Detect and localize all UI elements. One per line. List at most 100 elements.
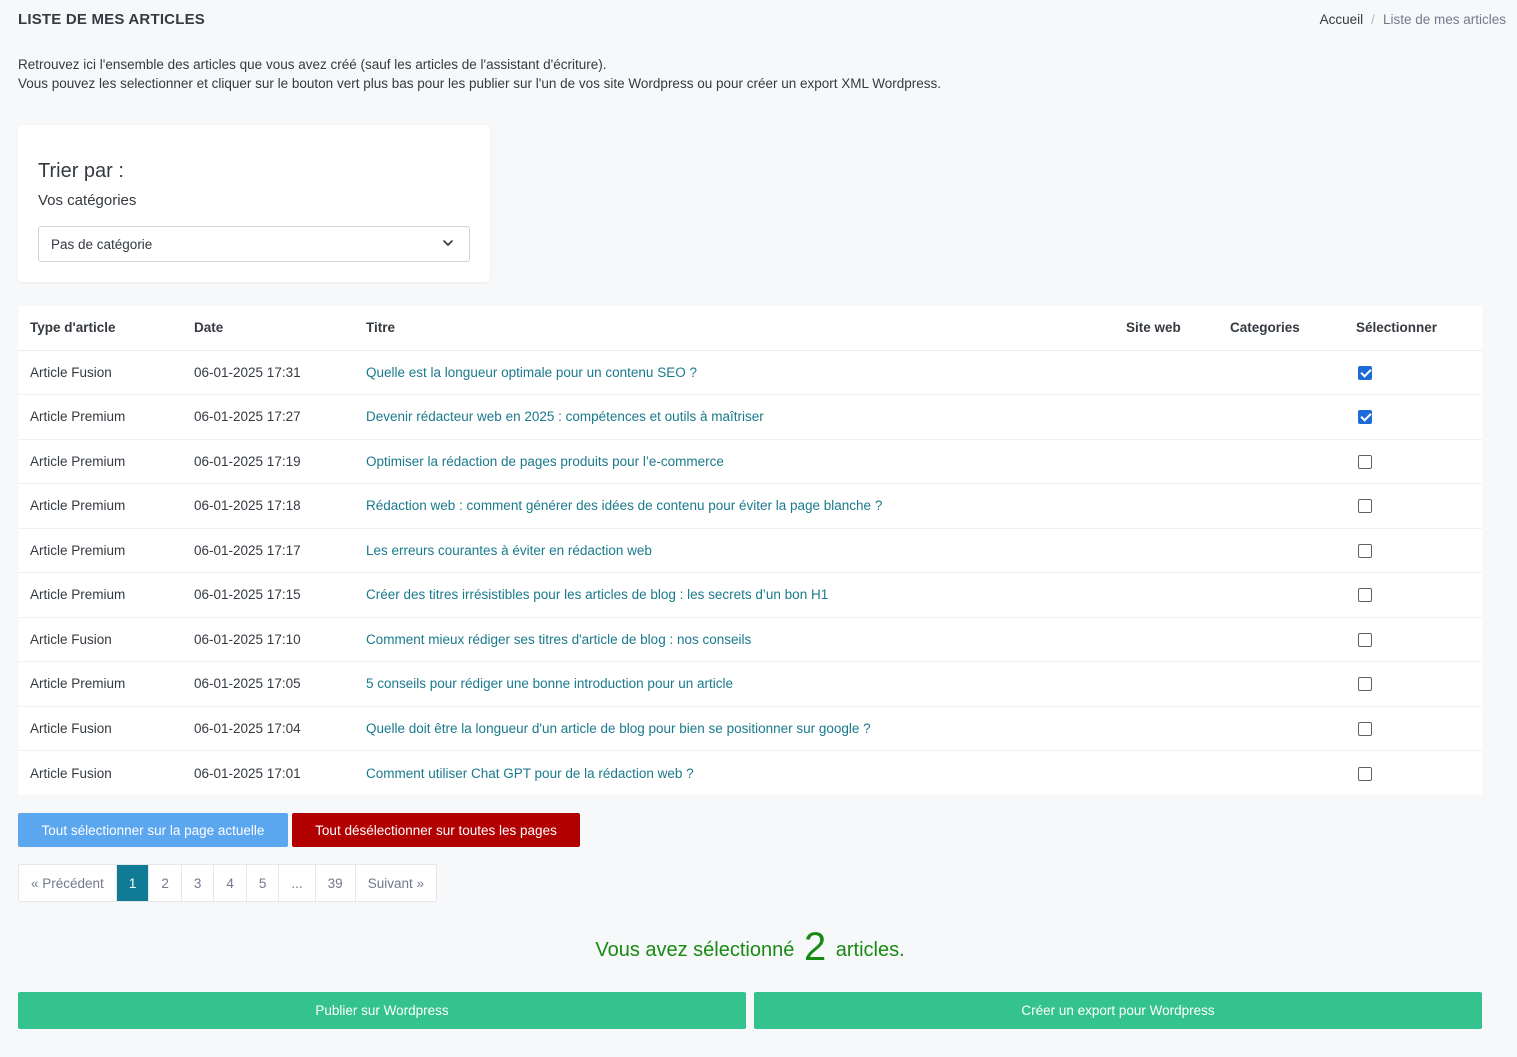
cell-select — [1344, 751, 1482, 796]
cell-date-text: 06-01-2025 17:05 — [194, 676, 301, 692]
cell-date-text: 06-01-2025 17:04 — [194, 720, 301, 736]
cell-type: Article Fusion — [18, 751, 182, 796]
cell-date-text: 06-01-2025 17:19 — [194, 453, 301, 469]
cell-categories — [1218, 572, 1344, 618]
row-select-checkbox[interactable] — [1358, 632, 1372, 647]
table-row: Article Premium 06-01-2025 17:05 5 conseil… — [18, 661, 1482, 707]
table-row: Article Fusion 06-01-2025 17:01 Comment ut… — [18, 751, 1482, 796]
cell-title-text[interactable]: Comment utiliser Chat GPT pour de la réd… — [366, 766, 694, 781]
cell-type: Article Fusion — [18, 706, 182, 751]
cell-title: Devenir rédacteur web en 2025 : compéten… — [354, 394, 1114, 440]
row-select-checkbox[interactable] — [1358, 499, 1372, 514]
cell-date: 06-01-2025 17:10 — [182, 617, 354, 662]
pagination-page-ellipsis[interactable]: ... — [279, 865, 316, 901]
table-row: Article Premium 06-01-2025 17:18 Rédaction… — [18, 483, 1482, 529]
cell-site — [1114, 572, 1218, 618]
cell-type: Article Fusion — [18, 617, 182, 662]
cell-date: 06-01-2025 17:05 — [182, 661, 354, 707]
cell-date-text: 06-01-2025 17:27 — [194, 409, 301, 425]
deselect-all-pages-button[interactable]: Tout désélectionner sur toutes les pages — [292, 813, 580, 847]
cell-site — [1114, 706, 1218, 751]
cell-categories — [1218, 528, 1344, 573]
chevron-down-icon — [443, 240, 453, 246]
row-select-checkbox[interactable] — [1358, 677, 1372, 692]
cell-select — [1344, 439, 1482, 484]
cell-title: Créer des titres irrésistibles pour les … — [354, 572, 1114, 618]
selection-prefix: Vous avez sélectionné — [595, 939, 795, 961]
filter-title: Trier par : — [38, 160, 124, 182]
pagination-page-4[interactable]: 4 — [214, 865, 247, 901]
pagination-page-39[interactable]: 39 — [316, 865, 356, 901]
table-body: Article Fusion 06-01-2025 17:31 Quelle est… — [18, 350, 1482, 795]
breadcrumb-home-link[interactable]: Accueil — [1320, 12, 1364, 27]
pagination-page-3[interactable]: 3 — [182, 865, 215, 901]
cell-type-text: Article Premium — [30, 676, 126, 692]
cell-date: 06-01-2025 17:04 — [182, 706, 354, 751]
cell-title-text[interactable]: Les erreurs courantes à éviter en rédact… — [366, 543, 652, 558]
col-header-select: Sélectionner — [1344, 306, 1482, 351]
cell-title: Comment utiliser Chat GPT pour de la réd… — [354, 751, 1114, 796]
cell-title-text[interactable]: Optimiser la rédaction de pages produits… — [366, 454, 724, 469]
row-select-checkbox[interactable] — [1358, 454, 1372, 469]
cell-site — [1114, 751, 1218, 796]
cell-type-text: Article Premium — [30, 587, 126, 603]
cell-date-text: 06-01-2025 17:01 — [194, 765, 301, 781]
pagination-page-2[interactable]: 2 — [149, 865, 182, 901]
row-select-checkbox[interactable] — [1358, 365, 1372, 380]
row-select-checkbox[interactable] — [1358, 543, 1372, 558]
row-select-checkbox[interactable] — [1358, 588, 1372, 603]
cell-select — [1344, 483, 1482, 529]
row-select-checkbox[interactable] — [1358, 721, 1372, 736]
pagination-page-1[interactable]: 1 — [116, 865, 150, 901]
cell-title-text[interactable]: Comment mieux rédiger ses titres d'artic… — [366, 632, 751, 647]
row-select-checkbox[interactable] — [1358, 766, 1372, 781]
pagination-page-5[interactable]: 5 — [247, 865, 280, 901]
cell-date-text: 06-01-2025 17:17 — [194, 542, 301, 558]
cell-title: 5 conseils pour rédiger une bonne introd… — [354, 661, 1114, 707]
cell-date: 06-01-2025 17:31 — [182, 350, 354, 395]
cell-type-text: Article Fusion — [30, 364, 112, 380]
cell-type: Article Premium — [18, 572, 182, 618]
breadcrumb-separator: / — [1371, 12, 1375, 27]
cell-title: Quelle est la longueur optimale pour un … — [354, 350, 1114, 395]
table-row: Article Premium 06-01-2025 17:19 Optimiser… — [18, 439, 1482, 484]
cell-title-text[interactable]: 5 conseils pour rédiger une bonne introd… — [366, 676, 733, 691]
cell-type-text: Article Fusion — [30, 631, 112, 647]
row-select-checkbox[interactable] — [1358, 410, 1372, 425]
cell-type: Article Fusion — [18, 350, 182, 395]
cell-select — [1344, 350, 1482, 395]
cell-date: 06-01-2025 17:01 — [182, 751, 354, 796]
cell-date: 06-01-2025 17:17 — [182, 528, 354, 573]
cell-select — [1344, 572, 1482, 618]
cell-site — [1114, 350, 1218, 395]
intro-text: Retrouvez ici l'ensemble des articles qu… — [18, 55, 941, 93]
cell-site — [1114, 394, 1218, 440]
cell-title-text[interactable]: Devenir rédacteur web en 2025 : compéten… — [366, 409, 764, 424]
publish-wordpress-button[interactable]: Publier sur Wordpress — [18, 992, 746, 1029]
cell-title-text[interactable]: Rédaction web : comment générer des idée… — [366, 498, 882, 513]
cell-select — [1344, 617, 1482, 662]
pagination-next-button[interactable]: Suivant » — [356, 865, 436, 901]
cell-type: Article Premium — [18, 661, 182, 707]
cell-select — [1344, 661, 1482, 707]
export-wordpress-button[interactable]: Créer un export pour Wordpress — [754, 992, 1482, 1029]
pagination-prev-button[interactable]: « Précédent — [19, 865, 117, 901]
pagination: « Précédent 1 2 3 4 5... 39 Suivant » — [18, 864, 437, 902]
cell-date: 06-01-2025 17:27 — [182, 394, 354, 440]
cell-date: 06-01-2025 17:18 — [182, 483, 354, 529]
cell-categories — [1218, 661, 1344, 707]
cell-type-text: Article Premium — [30, 498, 126, 514]
cell-title-text[interactable]: Quelle est la longueur optimale pour un … — [366, 365, 697, 380]
breadcrumb: Accueil / Liste de mes articles — [1320, 12, 1506, 27]
table-row: Article Premium 06-01-2025 17:17 Les erreu… — [18, 528, 1482, 573]
col-header-title: Titre — [354, 306, 1114, 351]
cell-site — [1114, 439, 1218, 484]
cell-title-text[interactable]: Quelle doit être la longueur d'un articl… — [366, 721, 871, 736]
category-select-value: Pas de catégorie — [51, 236, 153, 252]
cell-select — [1344, 394, 1482, 440]
cell-title: Rédaction web : comment générer des idée… — [354, 483, 1114, 529]
select-all-page-button[interactable]: Tout sélectionner sur la page actuelle — [18, 813, 288, 847]
cell-date-text: 06-01-2025 17:18 — [194, 498, 301, 514]
cell-title-text[interactable]: Créer des titres irrésistibles pour les … — [366, 587, 828, 602]
category-select[interactable]: Pas de catégorie — [38, 226, 470, 262]
